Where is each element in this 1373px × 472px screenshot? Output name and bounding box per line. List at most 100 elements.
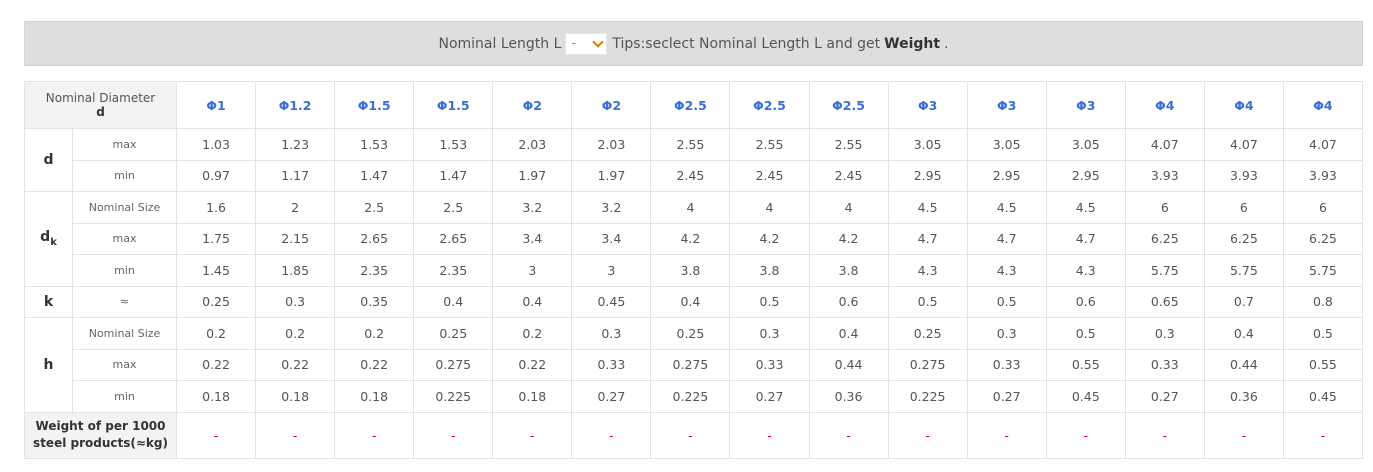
table-cell: 0.33 — [571, 348, 652, 381]
table-cell: 1.53 — [413, 128, 494, 161]
table-cell: 4.2 — [729, 222, 810, 255]
table-cell: 3.8 — [729, 254, 810, 287]
table-cell: 0.18 — [176, 380, 257, 413]
diameter-header: Φ3 — [966, 81, 1047, 129]
weight-value: - — [176, 411, 257, 459]
diameter-header: Φ2.5 — [650, 81, 731, 129]
table-cell: 0.35 — [334, 285, 415, 318]
table-cell: 0.33 — [1124, 348, 1205, 381]
weight-value: - — [492, 411, 573, 459]
diameter-header: Φ4 — [1203, 81, 1284, 129]
table-cell: 2.95 — [966, 159, 1047, 192]
row-label: Nominal Size — [71, 317, 178, 350]
dimension-table: Nominal Diameter d Φ1 Φ1.2 Φ1.5 Φ1.5 Φ2 Φ2 Φ2.5 Φ… — [23, 81, 1364, 459]
table-cell: 1.53 — [334, 128, 415, 161]
nominal-length-select[interactable]: - — [565, 32, 608, 55]
row-label: max — [71, 222, 178, 255]
table-cell: 2.5 — [334, 191, 415, 224]
table-header-row: Nominal Diameter d Φ1 Φ1.2 Φ1.5 Φ1.5 Φ2 Φ2 Φ2.5 Φ… — [23, 81, 1364, 129]
tip-end: . — [944, 35, 949, 52]
weight-value: - — [650, 411, 731, 459]
table-cell: 0.22 — [255, 348, 336, 381]
table-cell: 3 — [571, 254, 652, 287]
table-cell: 3.93 — [1203, 159, 1284, 192]
table-cell: 0.4 — [650, 285, 731, 318]
table-cell: 1.47 — [413, 159, 494, 192]
table-cell: 0.2 — [176, 317, 257, 350]
table-cell: 2 — [255, 191, 336, 224]
table-cell: 0.55 — [1045, 348, 1126, 381]
table-cell: 0.5 — [966, 285, 1047, 318]
table-cell: 0.4 — [808, 317, 889, 350]
diameter-header: Φ1 — [176, 81, 257, 129]
table-cell: 3.4 — [571, 222, 652, 255]
table-cell: 4.7 — [966, 222, 1047, 255]
tip-weight-word: Weight — [884, 35, 941, 52]
table-cell: 1.6 — [176, 191, 257, 224]
weight-value: - — [571, 411, 652, 459]
table-cell: 5.75 — [1282, 254, 1364, 287]
weight-label-line1: Weight of per 1000 — [35, 419, 166, 433]
table-cell: 0.2 — [334, 317, 415, 350]
table-row: k ≈0.25 0.3 0.35 0.4 0.4 0.45 0.4 0.5 0.6 0.5 0.5 0.… — [24, 285, 1364, 318]
table-cell: 0.33 — [966, 348, 1047, 381]
table-cell: 0.45 — [1045, 380, 1126, 413]
nominal-diameter-header: Nominal Diameter d — [23, 81, 178, 129]
table-row: max 1.75 2.15 2.65 2.65 3.4 3.4 4.2 4.2 4.2 4.7 4.7… — [25, 222, 1364, 255]
table-cell: 2.35 — [334, 254, 415, 287]
table-cell: 0.25 — [887, 317, 968, 350]
nominal-diameter-label: Nominal Diameter — [45, 91, 156, 105]
table-cell: 0.4 — [413, 285, 494, 318]
nominal-length-select-value: - — [571, 36, 577, 51]
table-cell: 0.225 — [650, 380, 731, 413]
table-cell: 0.275 — [887, 348, 968, 381]
table-cell: 0.5 — [729, 285, 810, 318]
table-cell: 3.8 — [650, 254, 731, 287]
weight-value: - — [1282, 411, 1364, 459]
table-row: d max 1.03 1.23 1.53 1.53 2.03 2.03 2.55 2.55 2.55… — [24, 128, 1364, 192]
weight-row: Weight of per 1000 steel products(≈kg) - - -… — [23, 411, 1364, 459]
table-cell: 3.4 — [492, 222, 573, 255]
group-label: k — [24, 285, 73, 318]
table-cell: 1.97 — [571, 159, 652, 192]
diameter-header: Φ2 — [571, 81, 652, 129]
row-label: max — [71, 128, 178, 161]
table-cell: 0.3 — [255, 285, 336, 318]
table-row: min 0.18 0.18 0.18 0.225 0.18 0.27 0.225 0.27 0.3… — [25, 380, 1364, 413]
diameter-header: Φ1.5 — [334, 81, 415, 129]
table-cell: 0.5 — [887, 285, 968, 318]
table-cell: 2.03 — [492, 128, 573, 161]
weight-label-line2: steel products(≈kg) — [33, 436, 168, 450]
group-symbol: h — [43, 356, 54, 373]
diameter-header: Φ4 — [1124, 81, 1205, 129]
row-label: min — [71, 159, 178, 192]
diameter-header: Φ3 — [887, 81, 968, 129]
table-cell: 0.2 — [255, 317, 336, 350]
weight-value: - — [729, 411, 810, 459]
table-cell: 0.5 — [1282, 317, 1364, 350]
table-cell: 0.25 — [650, 317, 731, 350]
group-subscript: k — [50, 237, 57, 249]
table-cell: 4.07 — [1282, 128, 1364, 161]
table-cell: 4.7 — [1045, 222, 1126, 255]
table-cell: 0.22 — [334, 348, 415, 381]
table-cell: 2.5 — [413, 191, 494, 224]
table-cell: 0.3 — [571, 317, 652, 350]
table-row: dk Nominal Size 1.6 2 2.5 2.5 3.2 3.2 4 4 4 4.5 4.5 4… — [24, 191, 1364, 287]
group-symbol: d — [43, 152, 54, 168]
weight-value: - — [966, 411, 1047, 459]
table-row: min 1.45 1.85 2.35 2.35 3 3 3.8 3.8 3.8 4.3 4.3 4.3 5… — [25, 254, 1364, 287]
table-cell: 0.55 — [1282, 348, 1364, 381]
table-cell: 0.44 — [808, 348, 889, 381]
row-label: ≈ — [71, 285, 178, 318]
table-cell: 4.07 — [1124, 128, 1205, 161]
table-cell: 3.8 — [808, 254, 889, 287]
table-cell: 4 — [729, 191, 810, 224]
table-cell: 4.5 — [887, 191, 968, 224]
table-cell: 0.25 — [176, 285, 257, 318]
weight-label: Weight of per 1000 steel products(≈kg) — [23, 411, 178, 459]
table-cell: 0.45 — [571, 285, 652, 318]
weight-value: - — [1045, 411, 1126, 459]
length-selector-bar: Nominal Length L - Tips:seclect Nominal … — [24, 21, 1363, 66]
row-label: min — [71, 254, 178, 287]
